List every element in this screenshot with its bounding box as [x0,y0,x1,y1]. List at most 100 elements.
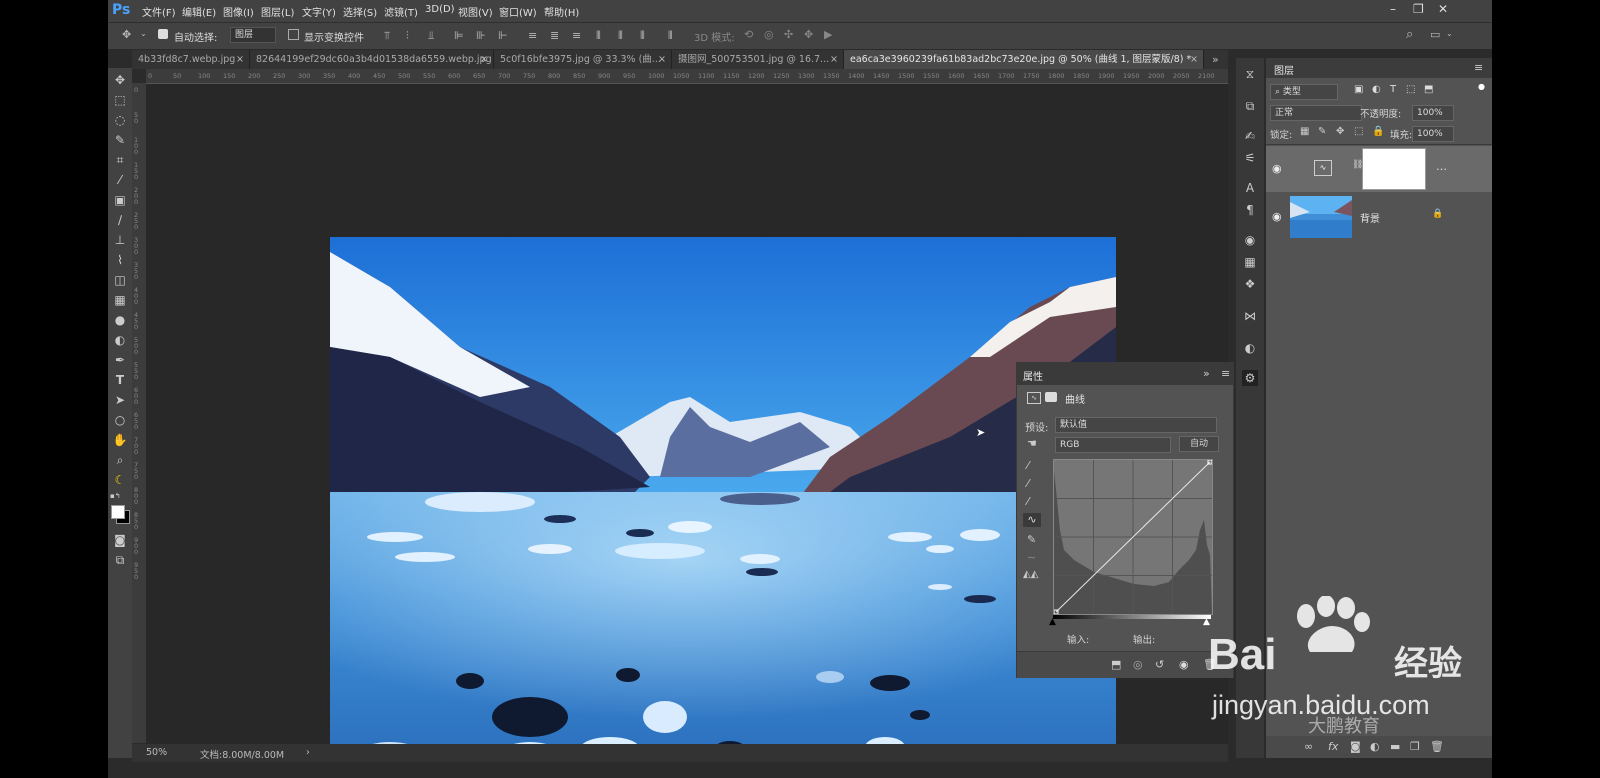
tab-document-1[interactable]: 4b33fd8c7.webp.jpg × [132,50,250,69]
black-point-slider[interactable]: ▲ [1049,617,1056,627]
align-right-icon[interactable]: ⊩ [498,29,508,42]
menu-filter[interactable]: 滤镜(T) [384,4,418,19]
tab-document-2[interactable]: 82644199ef29dc60a3b4d01538da6559.webp.jp… [250,50,494,69]
auto-button[interactable]: 自动 [1179,436,1219,452]
workspace-icon[interactable]: ▭ [1430,28,1440,41]
layer-row-curves[interactable]: ◉ ∿ ⛓ … [1266,146,1492,192]
menu-edit[interactable]: 编辑(E) [182,4,216,19]
filter-shape-icon[interactable]: ⬚ [1406,84,1415,95]
3d-slide-icon[interactable]: ✥ [804,28,813,41]
character-icon[interactable]: A [1242,180,1258,196]
lock-all-icon[interactable]: 🔒 [1372,126,1384,137]
menu-3d[interactable]: 3D(D) [425,4,455,15]
close-tab-icon[interactable]: × [1190,50,1198,69]
filter-type-icon[interactable]: T [1390,84,1396,95]
adjustments-icon[interactable]: ◐ [1242,340,1258,356]
marquee-icon[interactable]: ⬚ [112,92,128,108]
screen-mode-icon[interactable]: ⧉ [112,552,128,568]
minimize-icon[interactable]: – [1390,2,1396,16]
visibility-eye-icon[interactable]: ◉ [1272,210,1282,223]
menu-help[interactable]: 帮助(H) [544,4,579,19]
gradient-icon[interactable]: ▦ [112,292,128,308]
visibility-eye-icon[interactable]: ◉ [1272,162,1282,175]
brush-icon[interactable]: ∕ [112,212,128,228]
healing-icon[interactable]: ▣ [112,192,128,208]
distribute-right-icon[interactable]: ⦀ [640,29,645,43]
collapse-panel-icon[interactable]: » [1203,367,1210,380]
sample-black-icon[interactable]: ⁄ [1027,459,1029,472]
ellipse-icon[interactable]: ○ [112,412,128,428]
distribute-hcenter-icon[interactable]: ⦀ [618,29,623,43]
stamp-icon[interactable]: ⊥ [112,232,128,248]
preset-dropdown[interactable]: 默认值 [1055,417,1217,433]
chevron-down-icon[interactable]: ⌄ [140,29,147,38]
properties-icon[interactable]: ⚙ [1242,370,1258,386]
smooth-icon[interactable]: ∼ [1027,551,1036,564]
quick-mask-icon[interactable]: ◙ [112,532,128,548]
layer-mask-icon[interactable] [1045,392,1057,402]
3d-scale-icon[interactable]: ▶ [824,28,832,41]
distribute-bottom-icon[interactable]: ≡ [572,29,581,42]
search-icon[interactable]: ⌕ [1406,27,1413,42]
menu-view[interactable]: 视图(V) [458,4,493,19]
zoom-icon[interactable]: ⌕ [112,452,128,468]
blur-icon[interactable]: ● [112,312,128,328]
history-brush-icon[interactable]: ⌇ [112,252,128,268]
panel-menu-icon[interactable]: ≡ [1221,367,1230,380]
3d-pan-icon[interactable]: ✣ [784,28,793,41]
layer-more-icon[interactable]: … [1436,160,1447,173]
tab-document-3[interactable]: 5c0f16bfe3975.jpg @ 33.3% (曲... × [494,50,672,69]
blend-mode-dropdown[interactable]: 正常 [1270,105,1362,121]
lock-artboard-icon[interactable]: ⬚ [1354,126,1363,137]
distribute-left-icon[interactable]: ⦀ [596,29,601,43]
opacity-input[interactable]: 100% [1412,105,1454,121]
pen-icon[interactable]: ✒ [112,352,128,368]
menu-layer[interactable]: 图层(L) [261,4,294,19]
lock-pixels-icon[interactable]: ✎ [1318,126,1326,137]
layer-mask-thumbnail[interactable] [1362,148,1426,190]
align-vcenter-icon[interactable]: ⫶ [406,29,409,43]
close-tab-icon[interactable]: × [830,50,838,69]
foreground-color-swatch[interactable] [111,505,125,519]
brush-settings-icon[interactable]: ✍ [1242,128,1258,144]
3d-roll-icon[interactable]: ◎ [764,28,774,41]
align-hcenter-icon[interactable]: ⊪ [476,29,486,42]
banana-icon[interactable]: ☾ [112,472,128,488]
menu-select[interactable]: 选择(S) [343,4,377,19]
color-icon[interactable]: ◉ [1242,232,1258,248]
lasso-icon[interactable]: ◌ [112,112,128,128]
align-top-icon[interactable]: ⫪ [384,29,390,43]
close-tab-icon[interactable]: × [480,50,488,69]
zoom-level[interactable]: 50% [146,747,167,758]
pencil-icon[interactable]: ✎ [1027,533,1036,546]
close-tab-icon[interactable]: × [658,50,666,69]
paragraph-icon[interactable]: ¶ [1242,202,1258,218]
curve-point-icon[interactable]: ∿ [1023,513,1041,527]
filter-toggle-icon[interactable]: ● [1478,82,1485,91]
brush-presets-icon[interactable]: ⚟ [1242,150,1258,166]
default-colors-icon[interactable]: ▪↰ [110,492,121,500]
workspace-chevron-icon[interactable]: ⌄ [1446,29,1453,38]
visibility-icon[interactable]: ◉ [1179,658,1189,671]
panel-menu-icon[interactable]: ≡ [1474,61,1483,74]
tab-document-active[interactable]: ea6ca3e3960239fa61b83ad2bc73e20e.jpg @ 5… [844,50,1204,69]
curves-adjustment-icon[interactable]: ∿ [1027,392,1041,404]
show-transform-checkbox[interactable] [288,29,299,40]
filter-type-dropdown[interactable]: ⌕ 类型 [1270,84,1338,100]
swatches-icon[interactable]: ▦ [1242,254,1258,270]
sample-white-icon[interactable]: ⁄ [1027,495,1029,508]
close-icon[interactable]: ✕ [1438,2,1448,16]
history-icon[interactable]: ⧖ [1242,66,1258,82]
path-select-icon[interactable]: ➤ [112,392,128,408]
status-arrow-icon[interactable]: › [306,747,310,758]
distribute-top-icon[interactable]: ≡ [528,29,537,42]
more-tabs-icon[interactable]: » [1212,53,1219,66]
menu-window[interactable]: 窗口(W) [499,4,537,19]
filter-smart-icon[interactable]: ⬒ [1424,84,1433,95]
menu-image[interactable]: 图像(I) [223,4,254,19]
filter-pixel-icon[interactable]: ▣ [1354,84,1363,95]
3d-orbit-icon[interactable]: ⟲ [744,28,753,41]
eraser-icon[interactable]: ◫ [112,272,128,288]
distribute-vcenter-icon[interactable]: ≣ [550,29,559,42]
restore-icon[interactable]: ❐ [1413,2,1424,16]
